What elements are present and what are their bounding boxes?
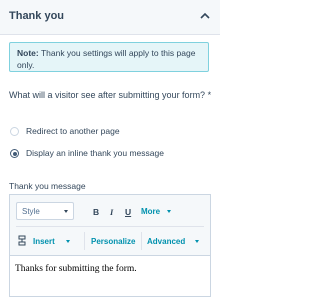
radio-redirect[interactable] bbox=[10, 127, 19, 136]
toolbar-separator bbox=[84, 232, 85, 250]
editor-content[interactable]: Thanks for submitting the form. bbox=[15, 264, 205, 274]
option-redirect[interactable]: Redirect to another page bbox=[10, 126, 210, 140]
embed-icon[interactable] bbox=[17, 235, 27, 247]
more-dropdown[interactable]: More bbox=[141, 207, 171, 217]
caret-down-icon bbox=[167, 210, 171, 213]
note-banner: Note: Thank you settings will apply to t… bbox=[9, 42, 209, 72]
italic-button[interactable]: I bbox=[110, 207, 113, 217]
note-text: Thank you settings will apply to this pa… bbox=[17, 48, 196, 70]
advanced-label: Advanced bbox=[147, 237, 186, 246]
thank-you-message-label: Thank you message bbox=[9, 181, 86, 191]
bold-button[interactable]: B bbox=[93, 207, 99, 217]
option-redirect-label: Redirect to another page bbox=[26, 126, 120, 136]
caret-down-icon bbox=[66, 240, 70, 243]
advanced-dropdown[interactable]: Advanced bbox=[147, 237, 199, 247]
personalize-button[interactable]: Personalize bbox=[91, 237, 135, 247]
chevron-up-icon[interactable] bbox=[199, 10, 211, 22]
section-title: Thank you bbox=[9, 10, 65, 22]
note-prefix: Note: bbox=[17, 48, 39, 58]
radio-inline-message[interactable] bbox=[10, 149, 19, 158]
style-dropdown[interactable]: Style bbox=[16, 202, 74, 220]
style-dropdown-value: Style bbox=[22, 207, 40, 216]
section-header[interactable]: Thank you bbox=[0, 0, 220, 35]
more-label: More bbox=[141, 207, 161, 216]
underline-button[interactable]: U bbox=[125, 207, 131, 217]
insert-dropdown[interactable]: Insert bbox=[33, 237, 70, 247]
toolbar-divider bbox=[16, 226, 204, 227]
rich-text-editor: Style B I U More Insert Personalize Adva… bbox=[9, 194, 211, 297]
submission-question: What will a visitor see after submitting… bbox=[9, 90, 212, 100]
caret-down-icon bbox=[195, 240, 199, 243]
toolbar-separator bbox=[141, 232, 142, 250]
caret-down-icon bbox=[64, 210, 68, 213]
editor-toolbar: Style B I U More Insert Personalize Adva… bbox=[10, 195, 210, 256]
insert-label: Insert bbox=[33, 237, 55, 246]
option-inline-message-label: Display an inline thank you message bbox=[26, 148, 164, 158]
option-inline-message[interactable]: Display an inline thank you message bbox=[10, 148, 210, 162]
